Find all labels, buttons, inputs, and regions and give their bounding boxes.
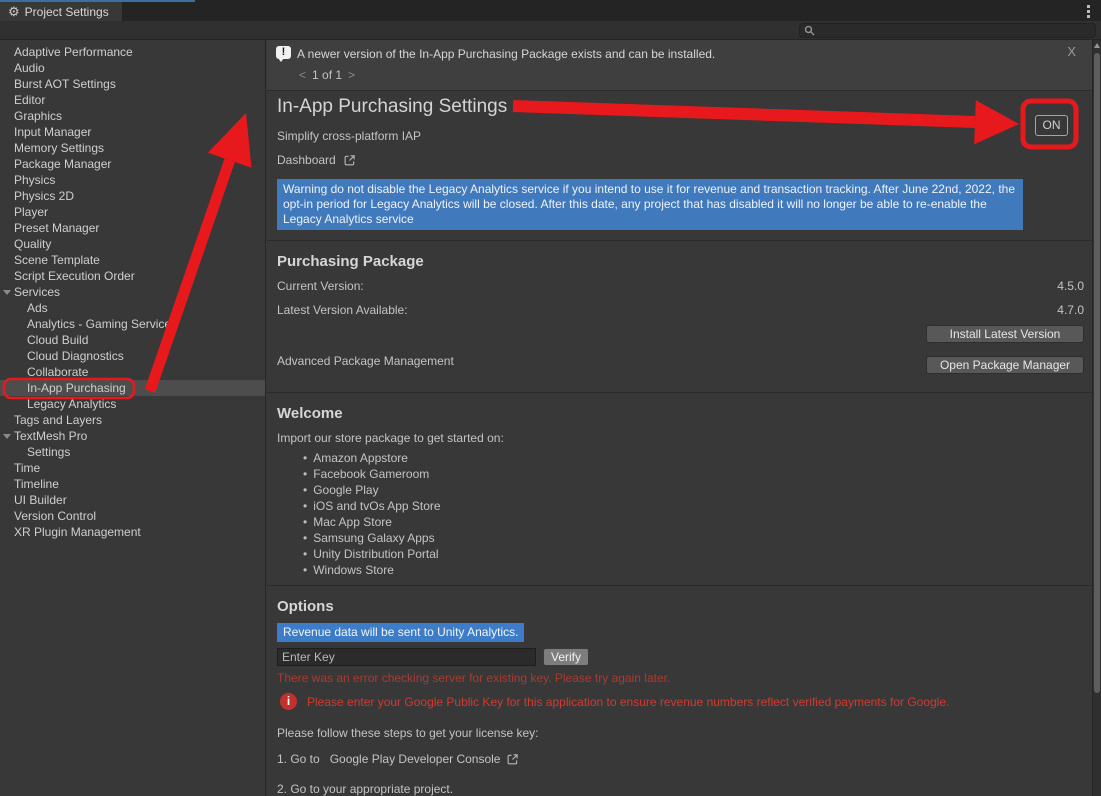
- store-item: Samsung Galaxy Apps: [303, 530, 441, 546]
- tab-project-settings[interactable]: ⚙ Project Settings: [0, 2, 122, 21]
- purchasing-package-heading: Purchasing Package: [277, 253, 424, 270]
- in-app-purchasing-panel: ! A newer version of the In-App Purchasi…: [267, 40, 1092, 796]
- alert-bubble-icon: !: [276, 46, 291, 59]
- open-package-manager-button[interactable]: Open Package Manager: [926, 356, 1084, 374]
- sidebar-item-timeline[interactable]: Timeline: [0, 476, 265, 492]
- sidebar-item-preset-manager[interactable]: Preset Manager: [0, 220, 265, 236]
- google-key-input[interactable]: [277, 648, 536, 666]
- sidebar-item-physics-2d[interactable]: Physics 2D: [0, 188, 265, 204]
- advanced-package-management-label: Advanced Package Management: [277, 354, 454, 368]
- google-key-notice: Please enter your Google Public Key for …: [307, 695, 949, 709]
- external-link-icon: [506, 753, 519, 766]
- window-menu-icon[interactable]: [1083, 4, 1093, 18]
- sidebar-item-burst-aot-settings[interactable]: Burst AOT Settings: [0, 76, 265, 92]
- verify-button[interactable]: Verify: [543, 648, 589, 666]
- latest-version-value: 4.7.0: [1057, 303, 1084, 317]
- revenue-analytics-note: Revenue data will be sent to Unity Analy…: [277, 623, 524, 642]
- search-input[interactable]: [815, 25, 1091, 37]
- welcome-intro: Import our store package to get started …: [277, 431, 504, 445]
- settings-toolbar: [0, 21, 1101, 40]
- vertical-scrollbar[interactable]: [1092, 40, 1101, 796]
- tab-title: Project Settings: [25, 5, 109, 19]
- scrollbar-thumb[interactable]: [1094, 53, 1100, 693]
- sidebar-item-physics[interactable]: Physics: [0, 172, 265, 188]
- sidebar-item-scene-template[interactable]: Scene Template: [0, 252, 265, 268]
- sidebar-item-textmesh-pro[interactable]: TextMesh Pro: [0, 428, 265, 444]
- sidebar-item-script-execution-order[interactable]: Script Execution Order: [0, 268, 265, 284]
- close-icon[interactable]: X: [1067, 44, 1076, 59]
- service-subtitle: Simplify cross-platform IAP: [277, 129, 421, 143]
- install-latest-version-button[interactable]: Install Latest Version: [926, 325, 1084, 343]
- sidebar-item-collaborate[interactable]: Collaborate: [0, 364, 265, 380]
- sidebar-item-quality[interactable]: Quality: [0, 236, 265, 252]
- sidebar-item-time[interactable]: Time: [0, 460, 265, 476]
- latest-version-label: Latest Version Available:: [277, 303, 408, 317]
- sidebar-item-cloud-diagnostics[interactable]: Cloud Diagnostics: [0, 348, 265, 364]
- scroll-up-icon[interactable]: [1094, 43, 1100, 48]
- store-item: Facebook Gameroom: [303, 466, 441, 482]
- info-icon: i: [280, 693, 297, 710]
- foldout-icon[interactable]: [3, 290, 11, 295]
- banner-pager: < 1 of 1 >: [299, 68, 355, 82]
- gear-icon: ⚙: [8, 5, 20, 18]
- options-heading: Options: [277, 598, 334, 615]
- server-error-text: There was an error checking server for e…: [277, 671, 670, 685]
- current-version-value: 4.5.0: [1057, 279, 1084, 293]
- store-item: Google Play: [303, 482, 441, 498]
- store-item: Windows Store: [303, 562, 441, 578]
- sidebar-item-textmesh-settings[interactable]: Settings: [0, 444, 265, 460]
- dashboard-link[interactable]: Dashboard: [277, 153, 356, 167]
- store-item: Amazon Appstore: [303, 450, 441, 466]
- google-play-console-link[interactable]: Google Play Developer Console: [330, 752, 501, 766]
- sidebar-item-ui-builder[interactable]: UI Builder: [0, 492, 265, 508]
- search-icon: [804, 25, 815, 36]
- sidebar-item-version-control[interactable]: Version Control: [0, 508, 265, 524]
- license-step-1: 1. Go to Google Play Developer Console: [277, 752, 519, 766]
- store-list: Amazon Appstore Facebook Gameroom Google…: [303, 450, 441, 578]
- sidebar-item-graphics[interactable]: Graphics: [0, 108, 265, 124]
- pager-next-button[interactable]: >: [348, 68, 355, 82]
- current-version-label: Current Version:: [277, 279, 364, 293]
- sidebar-item-package-manager[interactable]: Package Manager: [0, 156, 265, 172]
- foldout-icon[interactable]: [3, 434, 11, 439]
- sidebar-item-services[interactable]: Services: [0, 284, 265, 300]
- license-step-2: 2. Go to your appropriate project.: [277, 782, 453, 796]
- dashboard-label: Dashboard: [277, 153, 336, 167]
- sidebar-item-in-app-purchasing[interactable]: In-App Purchasing: [0, 380, 265, 396]
- license-steps-intro: Please follow these steps to get your li…: [277, 726, 538, 740]
- store-item: Unity Distribution Portal: [303, 546, 441, 562]
- welcome-heading: Welcome: [277, 405, 343, 422]
- sidebar-item-ads[interactable]: Ads: [0, 300, 265, 316]
- step1-prefix: 1. Go to: [277, 752, 320, 766]
- update-notification-banner: ! A newer version of the In-App Purchasi…: [267, 40, 1092, 91]
- sidebar-item-cloud-build[interactable]: Cloud Build: [0, 332, 265, 348]
- sidebar-item-input-manager[interactable]: Input Manager: [0, 124, 265, 140]
- search-box[interactable]: [799, 23, 1096, 38]
- sidebar-item-xr-plugin-management[interactable]: XR Plugin Management: [0, 524, 265, 540]
- sidebar-item-adaptive-performance[interactable]: Adaptive Performance: [0, 44, 265, 60]
- page-title: In-App Purchasing Settings: [277, 96, 507, 118]
- legacy-analytics-warning: Warning do not disable the Legacy Analyt…: [277, 179, 1023, 230]
- pager-prev-button[interactable]: <: [299, 68, 306, 82]
- sidebar-item-memory-settings[interactable]: Memory Settings: [0, 140, 265, 156]
- pager-label: 1 of 1: [312, 68, 342, 82]
- banner-message: A newer version of the In-App Purchasing…: [297, 47, 715, 61]
- service-toggle-on-button[interactable]: ON: [1035, 115, 1068, 136]
- store-item: Mac App Store: [303, 514, 441, 530]
- sidebar-item-analytics-gaming-services[interactable]: Analytics - Gaming Services: [0, 316, 265, 332]
- tab-bar: ⚙ Project Settings: [0, 0, 1101, 21]
- store-item: iOS and tvOs App Store: [303, 498, 441, 514]
- sidebar-item-editor[interactable]: Editor: [0, 92, 265, 108]
- sidebar-item-audio[interactable]: Audio: [0, 60, 265, 76]
- sidebar-item-player[interactable]: Player: [0, 204, 265, 220]
- settings-category-list: Adaptive Performance Audio Burst AOT Set…: [0, 40, 266, 796]
- sidebar-item-legacy-analytics[interactable]: Legacy Analytics: [0, 396, 265, 412]
- sidebar-item-tags-and-layers[interactable]: Tags and Layers: [0, 412, 265, 428]
- external-link-icon: [343, 154, 356, 167]
